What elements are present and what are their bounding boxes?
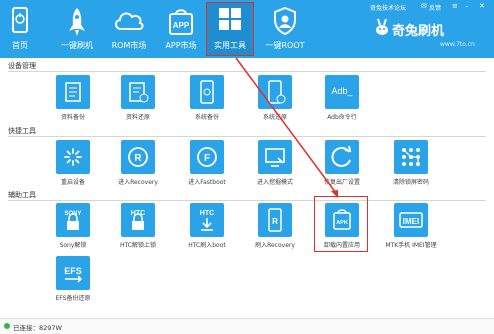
connection-status: 已连接：8297W [13,324,62,332]
connected-indicator [4,323,10,329]
status-bar: 已连接：8297W [0,318,494,334]
annotation-arrow [235,57,338,198]
